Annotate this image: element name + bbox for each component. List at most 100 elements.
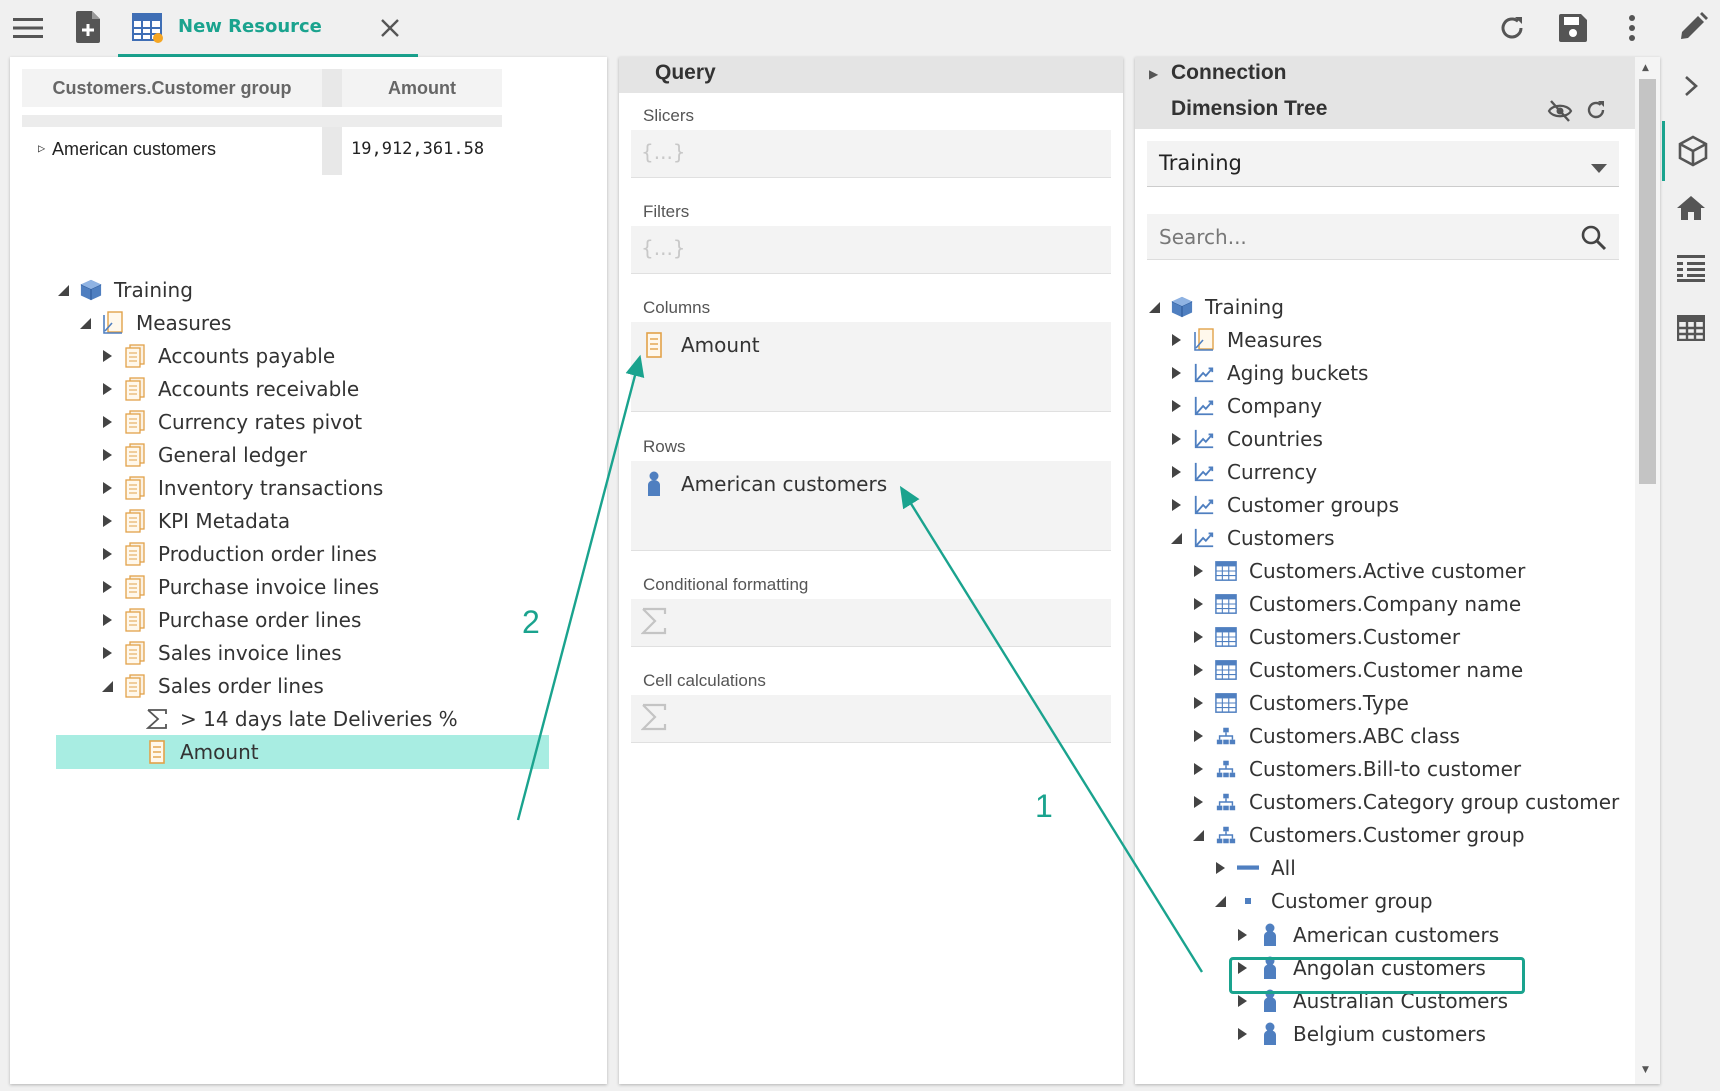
dim-tree-item-company[interactable]: Company xyxy=(1169,389,1322,423)
collapse-arrow-icon[interactable] xyxy=(56,284,70,296)
expand-arrow-icon[interactable] xyxy=(1169,499,1183,511)
grid-header-customer-group[interactable]: Customers.Customer group xyxy=(22,69,322,107)
expand-arrow-icon[interactable] xyxy=(1213,862,1227,874)
expand-row-icon[interactable]: ▷ xyxy=(38,141,45,155)
vertical-scrollbar[interactable]: ▲ ▼ xyxy=(1635,57,1660,1084)
dim-tree-item-customer-group[interactable]: Customer group xyxy=(1213,884,1433,918)
list-icon[interactable] xyxy=(1662,243,1720,293)
dim-tree-item-customers-category-group-customer[interactable]: Customers.Category group customer xyxy=(1191,785,1619,819)
expand-arrow-icon[interactable] xyxy=(1235,929,1249,941)
left-tree-item-sales-order-lines[interactable]: Sales order lines xyxy=(100,669,324,703)
grid-icon[interactable] xyxy=(1662,303,1720,353)
expand-arrow-icon[interactable] xyxy=(1191,763,1205,775)
scroll-down-icon[interactable]: ▼ xyxy=(1642,1065,1649,1075)
dim-tree-item-all[interactable]: All xyxy=(1213,851,1296,885)
dim-tree-item-customers-customer-name[interactable]: Customers.Customer name xyxy=(1191,653,1523,687)
menu-icon[interactable] xyxy=(12,14,44,42)
home-icon[interactable] xyxy=(1662,183,1720,233)
dim-tree-item-customers-active-customer[interactable]: Customers.Active customer xyxy=(1191,554,1525,588)
rows-dropzone[interactable]: American customers xyxy=(631,461,1111,551)
expand-arrow-icon[interactable] xyxy=(1169,400,1183,412)
left-tree-item-measures[interactable]: Measures xyxy=(78,306,231,340)
columns-dropzone[interactable]: Amount xyxy=(631,322,1111,412)
expand-arrow-icon[interactable] xyxy=(1191,796,1205,808)
expand-arrow-icon[interactable] xyxy=(100,350,114,362)
expand-arrow-icon[interactable] xyxy=(1235,995,1249,1007)
left-tree-item-general-ledger[interactable]: General ledger xyxy=(100,438,307,472)
expand-arrow-icon[interactable] xyxy=(1169,466,1183,478)
dim-tree-item-currency[interactable]: Currency xyxy=(1169,455,1317,489)
expand-arrow-icon[interactable] xyxy=(1169,334,1183,346)
expand-arrow-icon[interactable] xyxy=(1191,730,1205,742)
left-tree-item-currency-rates-pivot[interactable]: Currency rates pivot xyxy=(100,405,362,439)
dim-tree-item-customer-groups[interactable]: Customer groups xyxy=(1169,488,1399,522)
left-tree-item-accounts-receivable[interactable]: Accounts receivable xyxy=(100,372,359,406)
expand-arrow-icon[interactable] xyxy=(100,383,114,395)
expand-arrow-icon[interactable] xyxy=(100,416,114,428)
left-tree-item-accounts-payable[interactable]: Accounts payable xyxy=(100,339,335,373)
close-icon[interactable] xyxy=(376,14,404,42)
collapse-arrow-icon[interactable] xyxy=(1213,895,1227,907)
cell-amount-value[interactable]: 19,912,361.58 xyxy=(351,139,484,159)
expand-arrow-icon[interactable] xyxy=(1169,433,1183,445)
expand-arrow-icon[interactable] xyxy=(1169,367,1183,379)
expand-arrow-icon[interactable] xyxy=(1235,1028,1249,1040)
expand-arrow-icon[interactable] xyxy=(100,614,114,626)
cube-outline-icon[interactable] xyxy=(1662,121,1720,181)
expand-arrow-icon[interactable] xyxy=(100,581,114,593)
left-tree-item-14-days-late-deliveries[interactable]: > 14 days late Deliveries % xyxy=(122,702,458,736)
column-resizer[interactable] xyxy=(322,69,342,107)
scroll-thumb[interactable] xyxy=(1639,79,1656,484)
chevron-right-icon[interactable] xyxy=(1662,61,1720,111)
left-tree-item-purchase-invoice-lines[interactable]: Purchase invoice lines xyxy=(100,570,379,604)
dim-tree-item-customers-bill-to-customer[interactable]: Customers.Bill-to customer xyxy=(1191,752,1521,786)
collapse-arrow-icon[interactable] xyxy=(78,317,92,329)
row-header-american-customers[interactable]: American customers xyxy=(52,139,216,160)
expand-arrow-icon[interactable] xyxy=(100,647,114,659)
dim-tree-item-belgium-customers[interactable]: Belgium customers xyxy=(1235,1017,1486,1051)
save-icon[interactable] xyxy=(1557,12,1589,44)
expand-arrow-icon[interactable] xyxy=(100,548,114,560)
left-tree-item-kpi-metadata[interactable]: KPI Metadata xyxy=(100,504,290,538)
scroll-up-icon[interactable]: ▲ xyxy=(1642,63,1649,73)
left-tree-item-amount[interactable]: Amount xyxy=(56,735,549,769)
left-tree-item-sales-invoice-lines[interactable]: Sales invoice lines xyxy=(100,636,342,670)
expand-arrow-icon[interactable] xyxy=(1191,631,1205,643)
dim-tree-item-customers-company-name[interactable]: Customers.Company name xyxy=(1191,587,1521,621)
expand-arrow-icon[interactable] xyxy=(1191,697,1205,709)
dim-tree-item-customers-customer-group[interactable]: Customers.Customer group xyxy=(1191,818,1525,852)
new-document-icon[interactable] xyxy=(74,10,102,44)
more-vert-icon[interactable] xyxy=(1618,12,1646,44)
expand-arrow-icon[interactable] xyxy=(100,482,114,494)
refresh-icon[interactable] xyxy=(1496,12,1528,44)
cell-calculations-dropzone[interactable] xyxy=(631,695,1111,743)
collapse-arrow-icon[interactable] xyxy=(1147,301,1161,313)
left-tree-item-training[interactable]: Training xyxy=(56,273,193,307)
dim-tree-item-countries[interactable]: Countries xyxy=(1169,422,1323,456)
left-tree-item-production-order-lines[interactable]: Production order lines xyxy=(100,537,377,571)
left-tree-item-inventory-transactions[interactable]: Inventory transactions xyxy=(100,471,383,505)
expand-arrow-icon[interactable] xyxy=(1191,598,1205,610)
conditional-formatting-dropzone[interactable] xyxy=(631,599,1111,647)
rows-item-american-customers[interactable]: American customers xyxy=(643,471,887,497)
expand-arrow-icon[interactable] xyxy=(1191,565,1205,577)
edit-icon[interactable] xyxy=(1676,10,1710,44)
expand-arrow-icon[interactable] xyxy=(1191,664,1205,676)
dim-tree-item-customers-customer[interactable]: Customers.Customer xyxy=(1191,620,1460,654)
columns-item-amount[interactable]: Amount xyxy=(643,332,760,358)
tab-new-resource[interactable]: New Resource xyxy=(118,0,418,57)
dim-tree-item-measures[interactable]: Measures xyxy=(1169,323,1322,357)
dim-tree-item-customers-abc-class[interactable]: Customers.ABC class xyxy=(1191,719,1460,753)
collapse-arrow-icon[interactable] xyxy=(100,680,114,692)
expand-arrow-icon[interactable] xyxy=(100,515,114,527)
slicers-dropzone[interactable]: {...} xyxy=(631,130,1111,178)
dim-tree-item-training[interactable]: Training xyxy=(1147,290,1284,324)
collapse-arrow-icon[interactable] xyxy=(1191,829,1205,841)
collapse-arrow-icon[interactable] xyxy=(1169,532,1183,544)
grid-header-amount[interactable]: Amount xyxy=(342,69,502,107)
dim-tree-item-customers-type[interactable]: Customers.Type xyxy=(1191,686,1409,720)
dim-tree-item-aging-buckets[interactable]: Aging buckets xyxy=(1169,356,1368,390)
dim-tree-item-customers[interactable]: Customers xyxy=(1169,521,1335,555)
dim-tree-item-american-customers[interactable]: American customers xyxy=(1235,918,1499,952)
left-tree-item-purchase-order-lines[interactable]: Purchase order lines xyxy=(100,603,361,637)
